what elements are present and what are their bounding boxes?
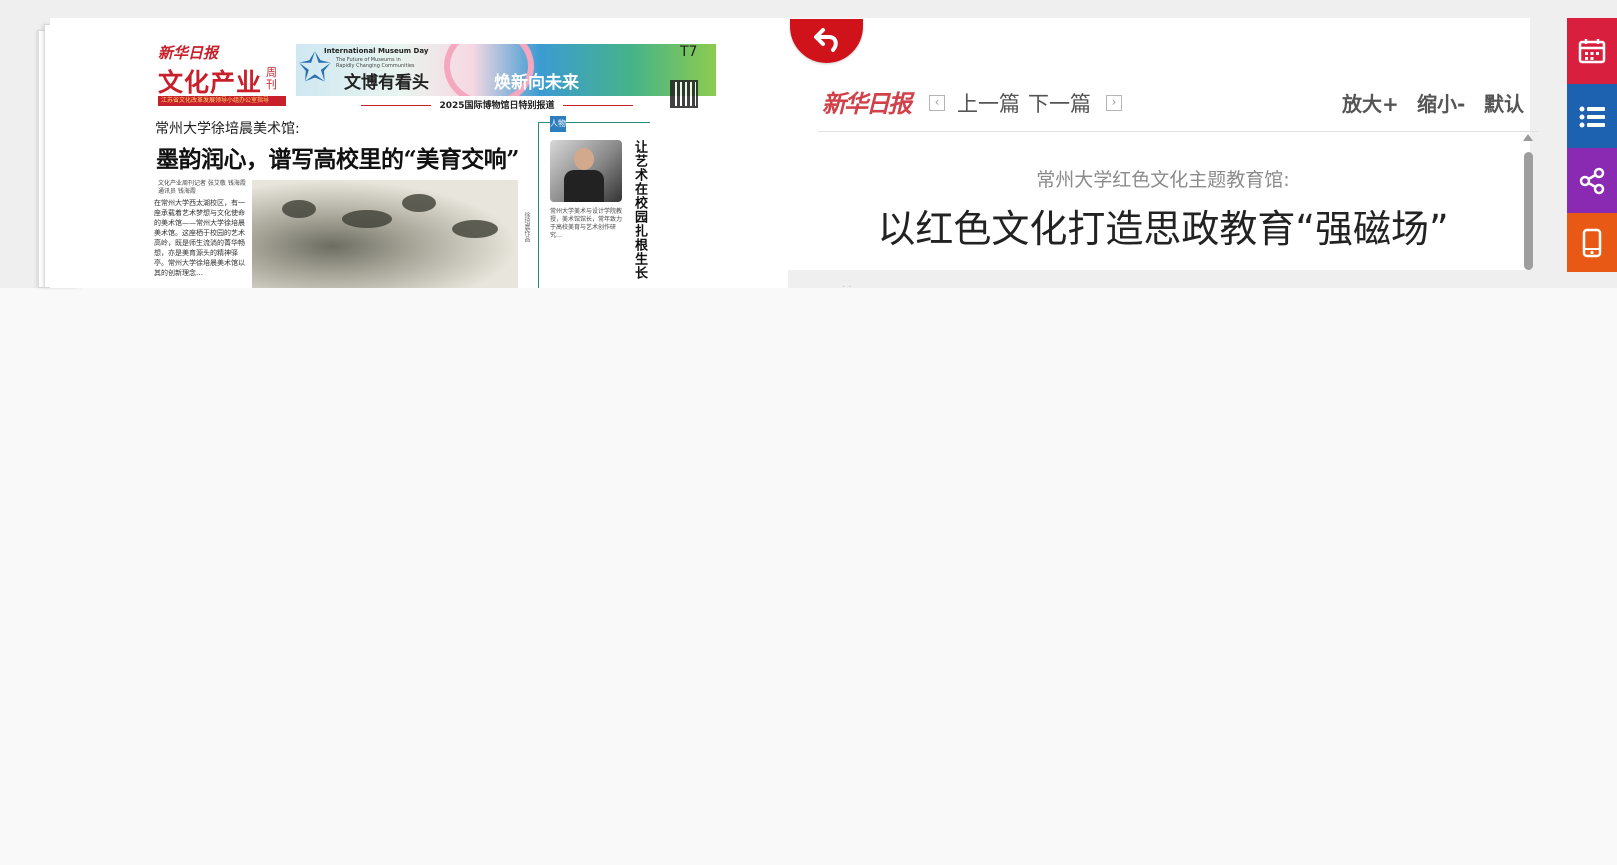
newspaper-page[interactable]: 新华日报 文化产业 周刊 江苏省文化改革发展领导小组办公室指导 ✩ Intern… <box>50 18 788 288</box>
painting-tree <box>282 200 316 218</box>
article-subtitle: 常州大学红色文化主题教育馆: <box>1036 169 1290 191</box>
banner-museum-day-en: International Museum Day <box>324 47 429 55</box>
share-button[interactable] <box>1567 148 1617 214</box>
sidebar-tag: 人物 <box>550 116 566 132</box>
ink-painting-image <box>252 180 518 288</box>
article-title: 以红色文化打造思政教育“强磁场” <box>877 207 1449 251</box>
zoom-out-button[interactable]: 缩小- <box>1417 88 1465 117</box>
newspaper-article-body: 在常州大学西太湖校区，有一座承载着艺术梦想与文化使命的美术馆——常州大学徐培晨美… <box>154 199 245 277</box>
portrait-photo <box>550 140 622 202</box>
sidebar-body-text: 常州大学美术与设计学院教授，美术馆馆长，常年致力于高校美育与艺术创作研究… <box>550 208 623 239</box>
zoom-in-button[interactable]: 放大+ <box>1342 88 1399 117</box>
scrollbar-thumb[interactable] <box>1524 152 1533 270</box>
painting-caption: 徐培晨作品 <box>523 212 530 242</box>
calendar-button[interactable] <box>1567 18 1617 84</box>
special-report-label: 2025国际博物馆日特别报道 <box>282 98 712 111</box>
newspaper-masthead-logo: 新华日报 <box>158 44 219 62</box>
newspaper-section-title: 文化产业 <box>158 68 263 97</box>
newspaper-article-kicker[interactable]: 常州大学徐培晨美术馆: <box>155 118 300 138</box>
back-arrow-icon <box>814 28 838 52</box>
newspaper-article-byline: 文化产业周刊记者 张艾敬 钱海霞 通讯员 钱海霞 <box>158 180 246 195</box>
newspaper-page-number: T7 <box>680 44 698 60</box>
scroll-up-arrow[interactable] <box>1523 134 1533 141</box>
article-masthead-logo: 新华日报 <box>822 89 912 118</box>
default-size-button[interactable]: 默认 <box>1484 88 1524 117</box>
mobile-icon <box>1582 228 1602 257</box>
newspaper-weekly-label: 周刊 <box>266 66 277 91</box>
portrait-face <box>574 148 594 170</box>
banner-slogan-left: 文博有看头 <box>344 73 429 93</box>
sidebar-vertical-title[interactable]: 让艺术在校园扎根生长 <box>630 140 649 280</box>
share-icon <box>1579 167 1605 195</box>
museum-day-banner: ✩ International Museum Day The Future of… <box>296 44 716 96</box>
prev-article-link[interactable]: 上一篇 <box>957 88 1020 118</box>
list-icon <box>1579 106 1605 128</box>
chevron-left-icon[interactable]: ‹ <box>929 95 945 111</box>
newspaper-guidance-bar: 江苏省文化改革发展领导小组办公室指导 <box>158 96 286 106</box>
painting-tree <box>342 210 392 228</box>
list-button[interactable] <box>1567 84 1617 150</box>
painting-tree <box>402 194 436 212</box>
truncated-text: · · <box>842 282 852 293</box>
calendar-icon <box>1578 39 1606 64</box>
header-divider <box>818 131 1538 132</box>
portrait-body <box>564 170 604 202</box>
chevron-right-icon[interactable]: › <box>1106 95 1122 111</box>
mobile-button[interactable] <box>1567 213 1617 272</box>
newspaper-article-headline[interactable]: 墨韵润心，谱写高校里的“美育交响” <box>156 140 519 174</box>
painting-tree <box>452 220 498 238</box>
next-article-link[interactable]: 下一篇 <box>1028 88 1091 118</box>
banner-slogan-right: 焕新向未来 <box>494 73 579 93</box>
